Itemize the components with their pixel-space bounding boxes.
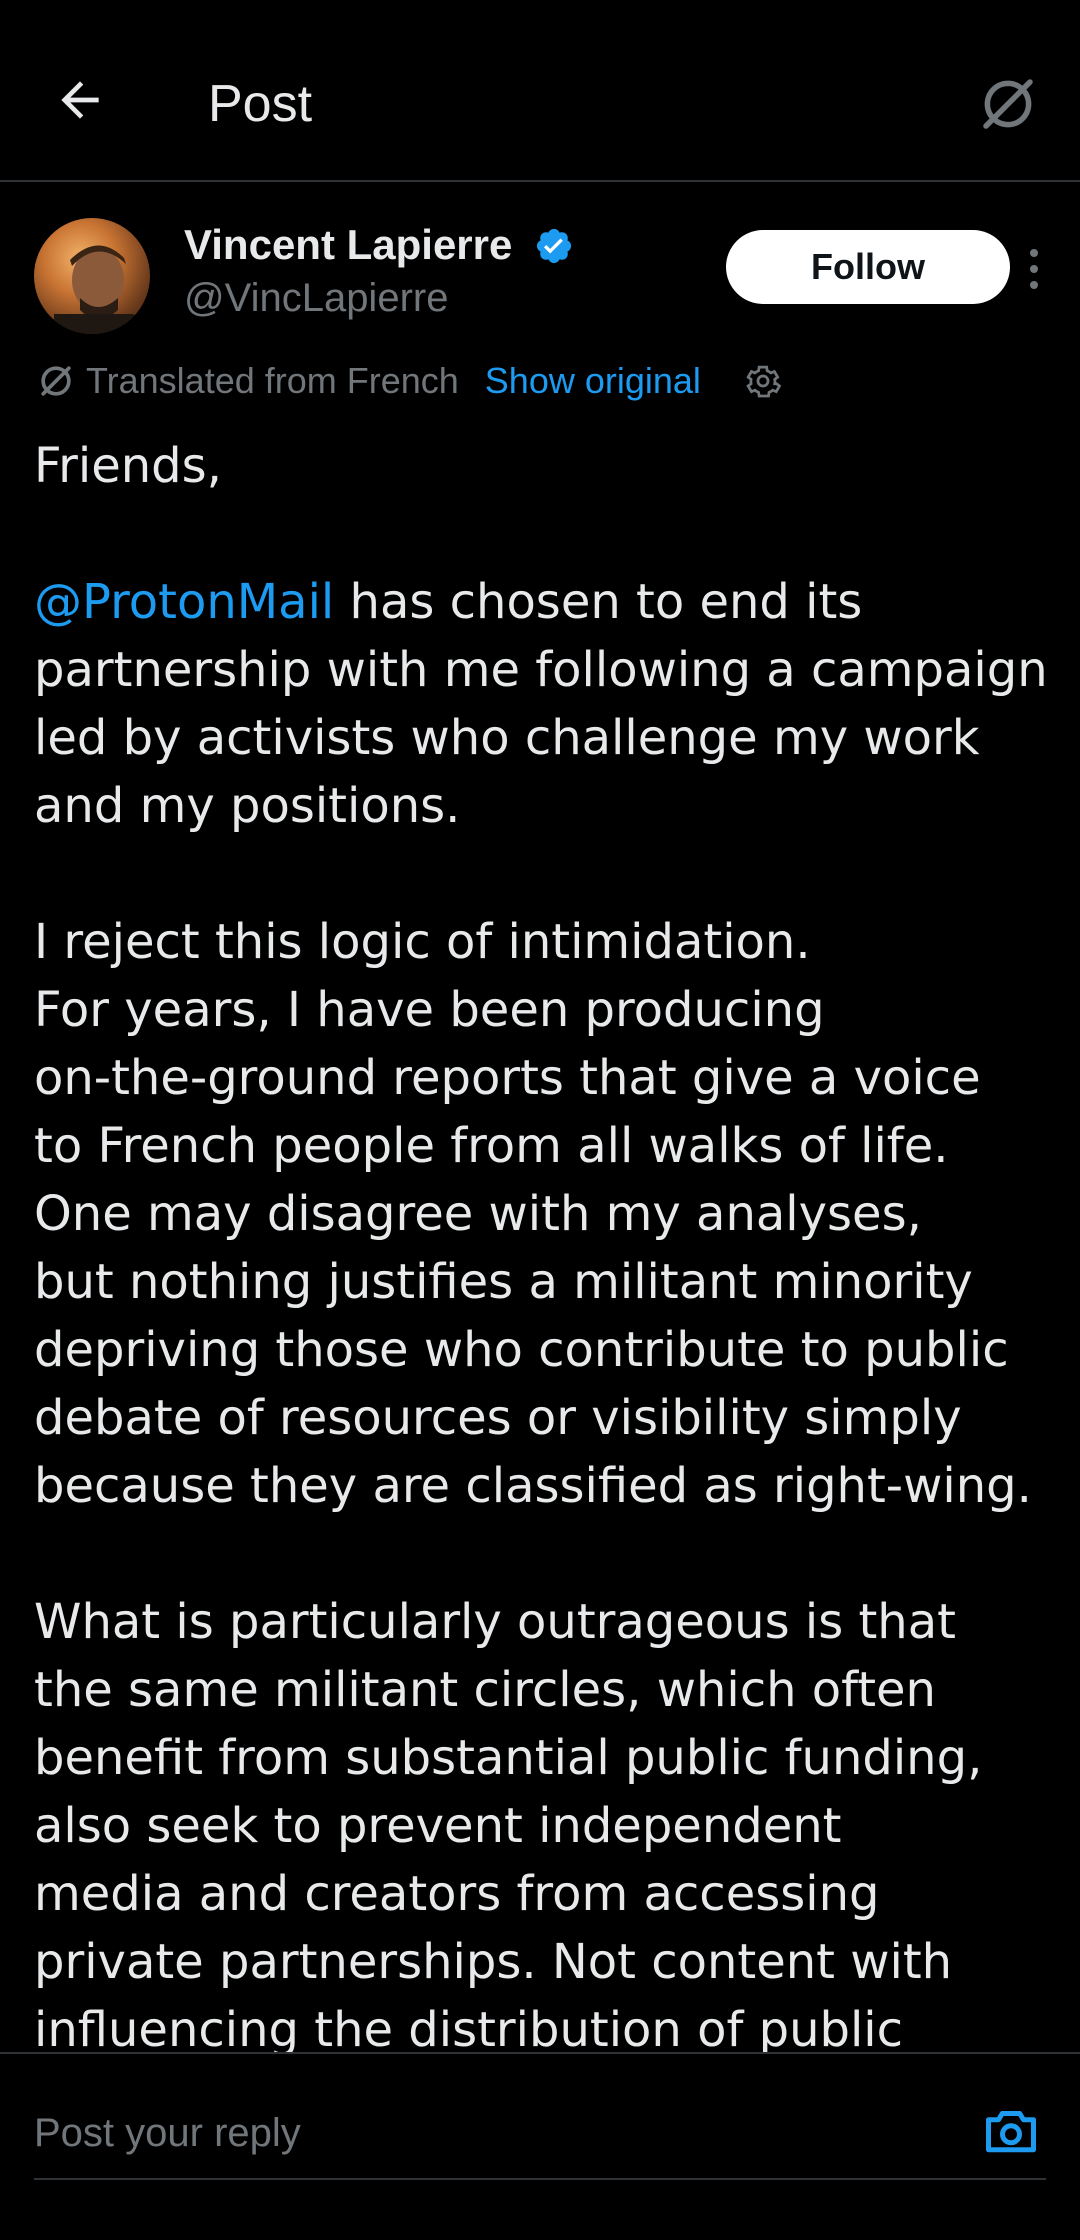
arrow-left-icon — [61, 81, 99, 119]
post-line: One may disagree with my analyses, — [34, 1186, 922, 1242]
mention-link[interactable]: @ProtonMail — [34, 574, 334, 630]
post-line: also seek to prevent independent — [34, 1798, 842, 1854]
post-line: because they are classified as right-win… — [34, 1458, 1032, 1514]
show-original-link[interactable]: Show original — [485, 360, 701, 402]
translate-icon — [41, 366, 71, 396]
post-line: Friends, — [34, 438, 222, 494]
more-dot-icon — [1030, 249, 1038, 257]
page-title: Post — [208, 75, 313, 133]
post-line: led by activists who challenge my work — [34, 710, 980, 766]
post-line: but nothing justifies a militant minorit… — [34, 1254, 973, 1310]
back-button[interactable] — [44, 64, 116, 136]
post-line: partnership with me following a campaign — [34, 642, 1048, 698]
post-line: depriving those who contribute to public — [34, 1322, 1009, 1378]
top-bar: Post — [0, 0, 1080, 182]
follow-button[interactable]: Follow — [726, 230, 1010, 304]
verified-badge-icon — [536, 228, 572, 264]
translate-button[interactable] — [968, 64, 1048, 144]
author-handle[interactable]: @VincLapierre — [184, 272, 448, 324]
avatar[interactable] — [34, 218, 150, 334]
camera-button[interactable] — [976, 2096, 1046, 2166]
translate-icon — [983, 79, 1033, 129]
translation-label: Translated from French — [86, 360, 459, 401]
post-line: @ProtonMail has chosen to end its — [34, 568, 1054, 636]
more-dot-icon — [1030, 281, 1038, 289]
post-line: and my positions. — [34, 778, 461, 834]
post-line: For years, I have been producing — [34, 982, 825, 1038]
avatar-image — [54, 245, 134, 334]
post-text: Friends, @ProtonMail has chosen to end i… — [34, 432, 1054, 2052]
post-paragraph-gap — [34, 840, 1054, 908]
reply-bar: Post your reply — [0, 2052, 1080, 2240]
post-line: influencing the distribution of public — [34, 2002, 904, 2052]
post-line: I reject this logic of intimidation. — [34, 914, 811, 970]
post-line: debate of resources or visibility simply — [34, 1390, 962, 1446]
post-line: private partnerships. Not content with — [34, 1934, 953, 1990]
post-line: on-the-ground reports that give a voice — [34, 1050, 981, 1106]
post-paragraph-gap — [34, 1520, 1054, 1588]
reply-input[interactable]: Post your reply — [34, 2098, 934, 2168]
author-name[interactable]: Vincent Lapierre — [184, 218, 512, 272]
translation-bar: Translated from French Show original — [34, 354, 785, 408]
post-line: to French people from all walks of life. — [34, 1118, 949, 1174]
post-line: benefit from substantial public funding, — [34, 1730, 983, 1786]
more-options-button[interactable] — [1014, 234, 1054, 304]
post-line-rest: has chosen to end its — [334, 574, 863, 630]
camera-icon — [986, 2111, 1036, 2153]
post-paragraph-gap — [34, 500, 1054, 568]
more-dot-icon — [1030, 265, 1038, 273]
post-line: What is particularly outrageous is that — [34, 1594, 956, 1650]
post-line: the same militant circles, which often — [34, 1662, 936, 1718]
post-line: media and creators from accessing — [34, 1866, 880, 1922]
reply-underline — [34, 2178, 1046, 2180]
gear-icon[interactable] — [741, 359, 785, 403]
post-author: Vincent Lapierre @VincLapierre Follow — [34, 218, 1046, 338]
